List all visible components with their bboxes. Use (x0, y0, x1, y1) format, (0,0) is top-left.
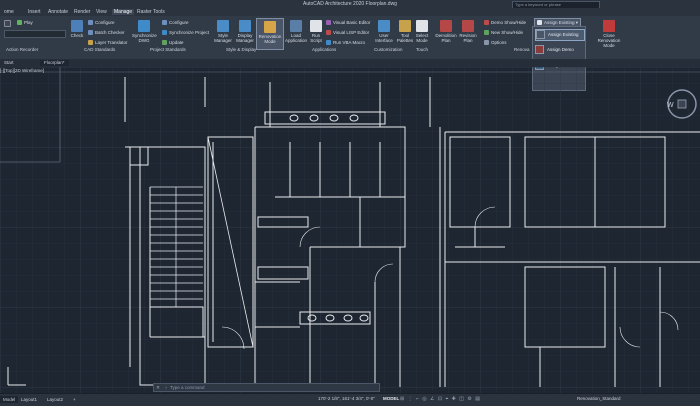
close-renovation-button[interactable]: Close Renovation Mode (594, 20, 624, 48)
hammer-icon (264, 21, 276, 33)
run-script-button[interactable]: Run Script (308, 20, 324, 43)
close-icon (603, 20, 615, 32)
command-input[interactable]: Type a command (170, 385, 205, 390)
synchronize-project-icon (162, 30, 167, 36)
play-icon (17, 20, 22, 26)
tab-raster-tools[interactable]: Raster Tools (135, 9, 167, 15)
dropdown-item-assign-demo[interactable]: Assign Demo (535, 45, 583, 55)
assign-demo-icon (535, 45, 544, 55)
tab-insert[interactable]: Insert (26, 9, 43, 15)
load-application-icon (290, 20, 302, 32)
new-show-hide-icon (484, 30, 489, 36)
add-layout-button[interactable]: + (70, 396, 79, 403)
configure-icon (88, 20, 93, 26)
play-button[interactable]: Play (17, 20, 33, 26)
vb-editor-icon (326, 20, 331, 26)
demo-show-hide-icon (484, 20, 489, 26)
ribbon-tabs: ome Insert Annotate Render View Manage R… (0, 8, 700, 16)
status-bar: Model Layout1 Layout2 + 170'-2 1/8", 161… (0, 393, 700, 406)
dropdown-item-assign-existing[interactable]: Assign Existing (535, 29, 585, 41)
tab-manage[interactable]: Manage (112, 9, 135, 15)
doc-tab-start[interactable]: Start (0, 60, 18, 66)
user-interface-icon (378, 20, 390, 32)
revision-plan-icon (462, 20, 474, 32)
viewport-label[interactable]: [-][Top][2D Wireframe] (0, 68, 44, 73)
configure-icon (162, 20, 167, 26)
viewcube[interactable]: W (664, 86, 700, 122)
batch-checker-icon (88, 30, 93, 36)
vba-icon (326, 40, 331, 46)
lisp-editor-icon (326, 30, 331, 36)
display-manager-icon (239, 20, 251, 32)
display-manager-button[interactable]: Display Manager (235, 20, 255, 43)
panel-label-cad-standards: CAD Standards (84, 47, 116, 52)
layout-tab-layout1[interactable]: Layout1 (18, 396, 40, 403)
assign-existing-icon (536, 30, 545, 40)
revision-plan-button[interactable]: Revision Plan (457, 20, 479, 43)
layout-tab-layout2[interactable]: Layout2 (44, 396, 66, 403)
drafting-toggles[interactable]: ⊞ ⋮ ⌐ ◎ ∠ ⊡ ⌖ ✚ ◫ ⚙ ▤ (400, 396, 481, 402)
coordinate-readout: 170'-2 1/8", 161'-4 3/4", 0'-0" (318, 396, 375, 401)
ps-configure-button[interactable]: Configure (162, 20, 189, 26)
check-icon (71, 20, 83, 32)
tab-home[interactable]: ome (2, 9, 16, 15)
demolition-plan-icon (440, 20, 452, 32)
document-tabs: Start Floorplan* (0, 59, 700, 67)
update-icon (162, 40, 167, 46)
load-application-button[interactable]: Load Application (284, 20, 308, 43)
close-icon[interactable]: ✕ (154, 384, 162, 391)
tab-annotate[interactable]: Annotate (46, 9, 70, 15)
script-icon (310, 20, 322, 32)
style-manager-button[interactable]: Style Manager (212, 20, 234, 43)
layer-translator-icon (88, 40, 93, 46)
style-manager-icon (217, 20, 229, 32)
record-button[interactable] (4, 20, 13, 27)
compass-icon: W (667, 89, 697, 119)
panel-label-applications: Applications (312, 47, 337, 52)
check-button[interactable]: Check (70, 20, 84, 38)
select-mode-button[interactable]: Select Mode (414, 20, 430, 43)
svg-text:W: W (667, 102, 674, 109)
options-icon (484, 40, 489, 46)
command-line[interactable]: ✕ › Type a command (153, 383, 380, 392)
assign-existing-icon (537, 20, 542, 26)
hand-icon (416, 20, 428, 32)
lisp-editor-button[interactable]: Visual LISP Editor (326, 30, 369, 36)
synchronize-icon (138, 20, 150, 32)
tab-view[interactable]: View (94, 9, 109, 15)
macro-select[interactable] (4, 30, 66, 38)
drawing-canvas[interactable] (0, 67, 700, 394)
prompt-icon: › (165, 385, 167, 390)
renovation-config[interactable]: Renovation_Standard (577, 396, 621, 401)
ribbon: Play Action Recorder Check Configure Bat… (0, 16, 700, 60)
tool-palettes-button[interactable]: Tool Palettes (395, 20, 415, 43)
synchronize-project-button[interactable]: Synchronize Project (162, 30, 209, 36)
panel-label-renovation: Renova (514, 47, 530, 52)
new-show-hide-button[interactable]: New Show/Hide (484, 30, 523, 36)
panel-label-project-standards: Project Standards (150, 47, 186, 52)
tool-palettes-icon (399, 20, 411, 32)
configure-button[interactable]: Configure (88, 20, 115, 26)
layer-translator-button[interactable]: Layer Translator (88, 40, 128, 46)
vb-editor-button[interactable]: Visual Basic Editor (326, 20, 370, 26)
renovation-mode-button[interactable]: Renovation Mode (256, 18, 284, 50)
doc-tab-floorplan[interactable]: Floorplan* (40, 60, 69, 66)
panel-label-style-display: Style & Display (226, 47, 257, 52)
floorplan-drawing (0, 67, 700, 394)
run-vba-button[interactable]: Run VBA Macro (326, 40, 365, 46)
title-bar: AutoCAD Architecture 2020 Floorplan.dwg … (0, 0, 700, 9)
panel-label-action-recorder: Action Recorder (6, 47, 39, 52)
panel-label-touch: Touch (416, 47, 429, 52)
layout-tab-model[interactable]: Model (0, 396, 19, 403)
batch-checker-button[interactable]: Batch Checker (88, 30, 125, 36)
model-space-toggle[interactable]: MODEL (383, 396, 399, 401)
demolition-plan-button[interactable]: Demolition Plan (434, 20, 458, 43)
options-button[interactable]: Options (484, 40, 507, 46)
tab-render[interactable]: Render (72, 9, 92, 15)
update-button[interactable]: Update (162, 40, 184, 46)
demo-show-hide-button[interactable]: Demo Show/Hide (484, 20, 526, 26)
panel-label-customization: Customization (374, 47, 403, 52)
synchronize-dwg-button[interactable]: Synchronize DWG (132, 20, 157, 43)
user-interface-button[interactable]: User Interface (374, 20, 394, 43)
